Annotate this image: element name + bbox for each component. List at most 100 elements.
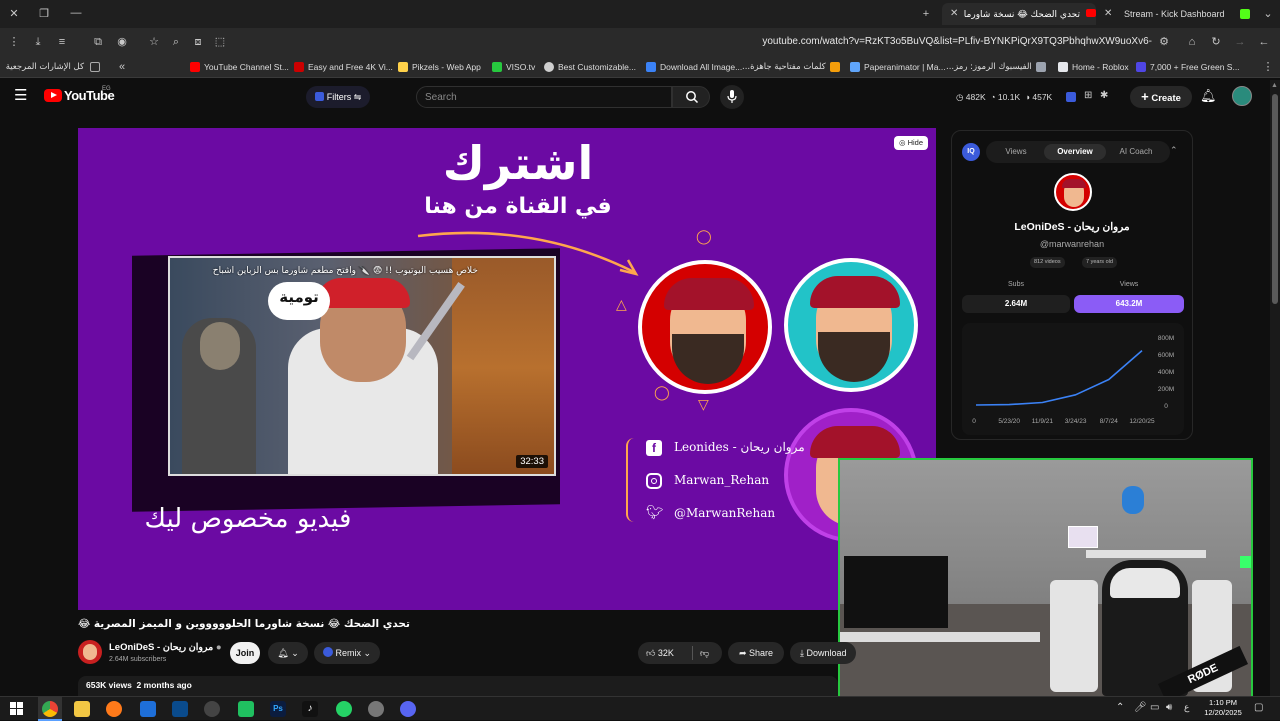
bookmark-10[interactable]: Home - Roblox — [1058, 59, 1129, 75]
join-button[interactable]: Join — [230, 642, 260, 664]
bookmark-11[interactable]: 7,000 + Free Green S... — [1136, 59, 1240, 75]
dislike-button[interactable]: 👎︎ — [700, 642, 709, 664]
notifications-bell-icon[interactable]: 🔔︎ — [1200, 88, 1217, 104]
volume-icon[interactable]: 🔊︎ — [1166, 702, 1172, 713]
bookmark-1[interactable]: YouTube Channel St... — [190, 59, 289, 75]
panel-channel-name[interactable]: LeOniDeS - مروان ريحان — [952, 221, 1192, 233]
scrollbar-thumb[interactable] — [1272, 94, 1278, 304]
download-button[interactable]: ⤓ Download — [790, 642, 856, 664]
language-icon[interactable]: ع — [1184, 702, 1189, 713]
discord-icon[interactable] — [400, 701, 416, 717]
voice-search-button[interactable] — [720, 85, 744, 109]
tiktok-icon[interactable]: ♪ — [302, 701, 318, 717]
restore-window-icon[interactable]: ❐ — [36, 6, 52, 22]
notification-center-icon[interactable]: ▢ — [1254, 702, 1263, 713]
close-window-icon[interactable]: ✕ — [6, 6, 22, 22]
download-icon[interactable]: ⤓ — [30, 34, 46, 50]
subs-value-button[interactable]: 2.64M — [962, 295, 1070, 313]
bookmark-star-icon[interactable]: ☆ — [146, 34, 162, 50]
hide-button[interactable]: ◎ Hide — [894, 136, 928, 150]
translate-icon[interactable]: ⧈ — [190, 34, 206, 50]
bookmark-7[interactable]: كلمات مفتاحية جاهزة... — [742, 59, 840, 75]
tab-ai-coach[interactable]: AI Coach — [1108, 144, 1164, 160]
notifications-button[interactable]: 🔔︎ ⌄ — [268, 642, 308, 664]
tab-close-icon[interactable]: ✕ — [1104, 3, 1115, 19]
endscreen-video-thumbnail[interactable]: تومية خلاص هسيب اليوتيوب !! 😨 🔪 وافتح مط… — [168, 256, 556, 476]
logo-region: EG — [102, 86, 111, 92]
photoshop-icon[interactable]: Ps — [270, 701, 286, 717]
tray-chevron-icon[interactable]: ⌃ — [1116, 702, 1124, 713]
chrome-taskbar-button[interactable] — [38, 697, 62, 721]
microphone-tray-icon[interactable]: 🎤︎ — [1134, 702, 1147, 713]
site-settings-icon[interactable]: ⚙ — [1156, 34, 1172, 50]
views-value-button[interactable]: 643.2M — [1074, 295, 1184, 313]
game-app-icon[interactable] — [238, 701, 254, 717]
page-scrollbar[interactable]: ▲ — [1270, 80, 1280, 696]
menu-dots-icon[interactable]: ⋮ — [6, 34, 22, 50]
vscode-icon[interactable] — [172, 701, 188, 717]
subscribe-avatar-red[interactable] — [638, 260, 772, 394]
tab-overview[interactable]: Overview — [1044, 144, 1106, 160]
tab-views[interactable]: Views — [990, 144, 1042, 160]
subscribe-avatar-cyan[interactable] — [784, 258, 918, 392]
bookmark-2[interactable]: Easy and Free 4K Vi... — [294, 59, 393, 75]
sparkle-icon[interactable]: ✱ — [1100, 90, 1108, 101]
media-controls-icon[interactable]: ≡ — [54, 34, 70, 50]
bookmark-9[interactable]: الفيسبوك الرموز: رمز... — [946, 59, 1046, 75]
firefox-icon[interactable] — [106, 701, 122, 717]
bookmarks-overflow-icon[interactable]: « — [114, 59, 130, 75]
screenshot-icon[interactable]: ⬚ — [212, 34, 228, 50]
tab-kick-dashboard[interactable]: ✕ Stream - Kick Dashboard — [1098, 3, 1258, 25]
social-twitter[interactable]: 🐦︎ @MarwanRehan — [646, 503, 836, 523]
url-field[interactable]: youtube.com/watch?v=RzKT3o5BuVQ&list=PLf… — [700, 36, 1152, 47]
description-box[interactable]: 653K views 2 months ago — [78, 676, 838, 696]
bookmark-overflow-icon[interactable]: ⋮ — [1260, 59, 1276, 75]
like-button[interactable]: 👍︎ 32K — [646, 648, 674, 658]
bookmark-5[interactable]: Best Customizable... — [544, 59, 636, 75]
app-icon[interactable] — [368, 701, 384, 717]
bookmark-all[interactable]: كل الإشارات المرجعية — [6, 59, 100, 75]
youtube-logo-icon[interactable] — [44, 89, 62, 102]
create-button[interactable]: + Create — [1130, 86, 1192, 108]
hamburger-menu-icon[interactable]: ☰ — [14, 88, 30, 104]
channel-name[interactable]: LeOniDeS - مروان ريحان ● — [109, 642, 222, 653]
windows-start-icon[interactable] — [10, 702, 24, 716]
remix-button[interactable]: Remix ⌄ — [314, 642, 380, 664]
account-avatar[interactable] — [1232, 86, 1252, 106]
bookmark-8[interactable]: Paperanimator | Ma... — [850, 59, 946, 75]
network-icon[interactable]: ▭ — [1150, 702, 1159, 713]
tab-search-icon[interactable]: ⌄ — [1260, 6, 1276, 22]
video-player[interactable]: ◎ Hide اشترك في القناة من هنا تومية خلاص… — [78, 128, 936, 610]
reload-icon[interactable]: ↻ — [1208, 34, 1224, 50]
new-tab-icon[interactable]: + — [918, 6, 934, 22]
home-icon[interactable]: ⌂ — [1184, 34, 1200, 50]
tab-close-icon[interactable]: ✕ — [950, 3, 961, 19]
zoom-icon[interactable]: ⌕ — [168, 34, 184, 50]
grid-icon[interactable]: ⊞ — [1084, 90, 1092, 101]
collapse-panel-icon[interactable]: ⌃ — [1170, 145, 1178, 156]
scroll-up-icon[interactable]: ▲ — [1271, 82, 1278, 89]
social-facebook[interactable]: f Leonides - مروان ريحان — [646, 438, 836, 458]
clock[interactable]: 1:10 PM 12/20/2025 — [1198, 698, 1248, 718]
back-icon[interactable]: ← — [1256, 34, 1272, 50]
extension-icon[interactable]: ◉ — [114, 34, 130, 50]
channel-avatar[interactable] — [78, 640, 102, 664]
v-app-icon[interactable] — [140, 701, 156, 717]
bookmark-3[interactable]: Pikzels - Web App — [398, 59, 481, 75]
channel-avatar[interactable] — [1054, 173, 1092, 211]
bookmark-4[interactable]: VISO.tv — [492, 59, 535, 75]
whatsapp-icon[interactable] — [336, 701, 352, 717]
minimize-window-icon[interactable]: — — [68, 5, 84, 21]
obs-icon[interactable] — [204, 701, 220, 717]
copy-link-icon[interactable]: ⧉ — [90, 34, 106, 50]
search-input[interactable] — [425, 87, 655, 108]
tab-youtube-video[interactable]: ✕ تحدي الضحك 😂 نسخة شاورما — [942, 3, 1096, 25]
file-explorer-icon[interactable] — [74, 701, 90, 717]
bookmark-6[interactable]: Download All Image... — [646, 59, 742, 75]
share-button[interactable]: ➦ Share — [728, 642, 784, 664]
vidiq-toolbar-icon[interactable] — [1066, 92, 1076, 102]
social-instagram[interactable]: Marwan_Rehan — [646, 471, 836, 491]
search-button[interactable] — [672, 86, 710, 108]
filters-button[interactable]: Filters ⇋ — [306, 86, 370, 108]
forward-icon[interactable]: → — [1232, 34, 1248, 50]
